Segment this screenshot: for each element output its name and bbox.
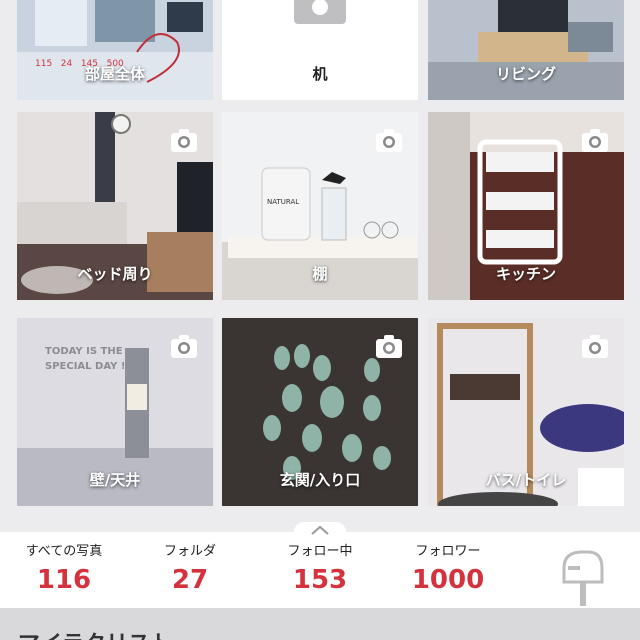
room-thumbnail bbox=[17, 0, 213, 100]
stat-followers[interactable]: フォロワー 1000 bbox=[392, 540, 504, 595]
stat-value: 1000 bbox=[411, 565, 485, 595]
collapse-handle[interactable] bbox=[294, 522, 346, 536]
camera-icon[interactable] bbox=[580, 126, 610, 156]
stat-photos[interactable]: すべての写真 116 bbox=[10, 540, 118, 595]
stat-following[interactable]: フォロー中 153 bbox=[268, 540, 372, 595]
camera-icon[interactable] bbox=[580, 332, 610, 362]
folder-label: 棚 bbox=[312, 265, 328, 283]
folder-tile-bath[interactable]: バス/トイレ bbox=[428, 318, 624, 506]
mailbox-icon[interactable] bbox=[560, 548, 606, 606]
folder-label: リビング bbox=[495, 65, 556, 83]
folder-label: 部屋全体 bbox=[84, 65, 145, 83]
living-thumbnail bbox=[428, 0, 624, 100]
folder-grid: 115 24 145 500 部屋全体 机 リビング ベッド周り NATURAL… bbox=[0, 0, 640, 532]
folder-label: 机 bbox=[312, 65, 328, 83]
stat-label: フォルダ bbox=[163, 544, 216, 559]
folder-tile-wall[interactable]: TODAY IS THE SPECIAL DAY ! 壁/天井 bbox=[17, 318, 213, 506]
shelf-jar-text: NATURAL bbox=[267, 198, 300, 206]
camera-icon[interactable] bbox=[374, 332, 404, 362]
chevron-up-icon bbox=[311, 525, 329, 535]
folder-label: 壁/天井 bbox=[89, 471, 141, 489]
stat-value: 116 bbox=[36, 565, 92, 595]
my-clip-list-section: マイラクリスト bbox=[0, 608, 640, 640]
folder-tile-bed[interactable]: ベッド周り bbox=[17, 112, 213, 300]
wall-art-text: TODAY IS THE SPECIAL DAY ! bbox=[45, 346, 126, 372]
folder-tile-room[interactable]: 115 24 145 500 部屋全体 bbox=[17, 0, 213, 100]
stat-value: 27 bbox=[171, 565, 209, 595]
stat-value: 153 bbox=[292, 565, 348, 595]
folder-tile-kitchen[interactable]: キッチン bbox=[428, 112, 624, 300]
folder-label: 玄関/入り口 bbox=[279, 471, 361, 489]
folder-tile-shelf[interactable]: NATURAL 棚 bbox=[222, 112, 418, 300]
section-title: マイラクリスト bbox=[18, 626, 172, 640]
folder-tile-desk[interactable]: 机 bbox=[222, 0, 418, 100]
camera-icon[interactable] bbox=[169, 332, 199, 362]
stat-label: フォロー中 bbox=[287, 544, 353, 559]
camera-icon[interactable] bbox=[374, 126, 404, 156]
stat-folders[interactable]: フォルダ 27 bbox=[140, 540, 240, 595]
stat-label: すべての写真 bbox=[25, 544, 103, 559]
folder-label: バス/トイレ bbox=[485, 471, 567, 489]
camera-icon bbox=[294, 0, 346, 24]
stat-label: フォロワー bbox=[415, 544, 481, 559]
camera-icon[interactable] bbox=[169, 126, 199, 156]
folder-tile-entrance[interactable]: 玄関/入り口 bbox=[222, 318, 418, 506]
folder-label: キッチン bbox=[495, 265, 556, 283]
folder-label: ベッド周り bbox=[77, 265, 153, 283]
folder-tile-living[interactable]: リビング bbox=[428, 0, 624, 100]
